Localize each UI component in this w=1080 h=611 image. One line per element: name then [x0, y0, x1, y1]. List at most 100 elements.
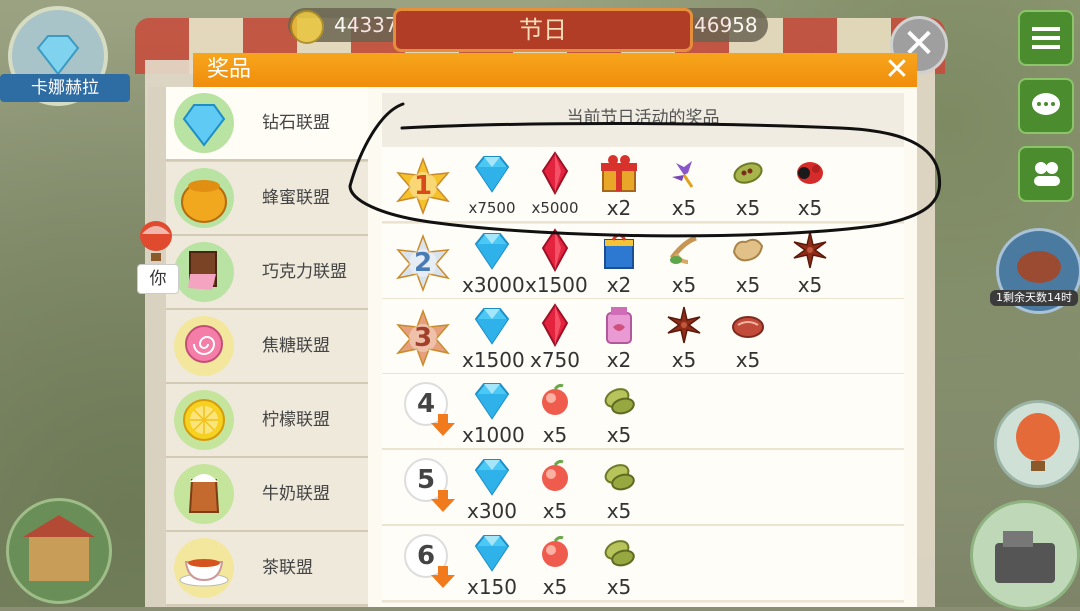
prize-item[interactable]: x5 — [654, 151, 714, 221]
prize-row: 2 x3000 x1500 x2 x5 x5 x5 — [382, 224, 904, 300]
cardamom-icon — [604, 388, 635, 415]
house-icon — [23, 515, 95, 581]
dialog-close-button[interactable]: ✕ — [881, 54, 913, 86]
list-icon — [1032, 27, 1060, 49]
red-ruby-icon — [541, 228, 569, 272]
coin-count: 46958 — [694, 13, 758, 37]
menu-button[interactable] — [1018, 10, 1074, 66]
milk-league-icon — [174, 464, 234, 524]
league-item[interactable]: 茶联盟 — [166, 532, 368, 606]
league-label: 焦糖联盟 — [262, 336, 330, 356]
cash-register-icon — [995, 531, 1055, 583]
league-item[interactable]: 牛奶联盟 — [166, 458, 368, 532]
friends-button[interactable] — [1018, 146, 1074, 202]
prize-row: 5 x300 x5 x5 — [382, 450, 904, 526]
prize-quantity: x5 — [542, 575, 568, 599]
prize-item[interactable]: x1500 — [462, 303, 525, 373]
league-item[interactable]: 巧克力联盟 — [166, 236, 368, 310]
red-ruby-icon — [541, 151, 569, 195]
league-item[interactable]: 柠檬联盟 — [166, 384, 368, 458]
prize-item[interactable]: x5 — [525, 454, 585, 524]
prize-quantity: x5 — [542, 423, 568, 447]
peach-icon — [542, 459, 568, 491]
blue-diamond-icon — [474, 156, 510, 193]
prize-quantity: x1500 — [462, 348, 525, 372]
blue-diamond-icon — [474, 233, 510, 270]
prize-quantity: x2 — [606, 196, 632, 220]
prize-item[interactable]: x300 — [462, 454, 522, 524]
league-emblem — [166, 160, 242, 236]
league-label: 茶联盟 — [262, 558, 313, 578]
prize-item[interactable]: x5000 — [525, 151, 585, 221]
rank-down-arrow-icon — [431, 414, 455, 436]
prize-quantity: x5 — [671, 196, 697, 220]
league-item[interactable]: 焦糖联盟 — [166, 310, 368, 384]
prize-item[interactable]: x2 — [589, 303, 649, 373]
prize-item[interactable]: x5 — [780, 151, 840, 221]
days-left-label: 1剩余天数14时 — [990, 290, 1078, 306]
league-emblem — [166, 382, 242, 458]
prize-item[interactable]: x5 — [718, 303, 778, 373]
rank-number: 1 — [413, 171, 433, 201]
cash-register-button[interactable] — [970, 500, 1080, 610]
coin-icon — [290, 10, 324, 44]
coin-counter-left: 44337 — [288, 8, 408, 44]
league-label: 巧克力联盟 — [262, 262, 347, 282]
blue-diamond-icon — [474, 535, 510, 572]
league-label: 柠檬联盟 — [262, 410, 330, 430]
dialog-header: 奖品 ✕ — [193, 53, 917, 87]
lemon-league-icon — [174, 390, 234, 450]
prize-item[interactable]: x5 — [718, 228, 778, 298]
prize-quantity: x5 — [606, 499, 632, 523]
hot-air-balloon-button[interactable] — [994, 400, 1080, 488]
league-item[interactable]: 蜂蜜联盟 — [166, 162, 368, 236]
friends-icon — [1034, 162, 1060, 186]
prize-item[interactable]: x5 — [718, 151, 778, 221]
chat-button[interactable] — [1018, 78, 1074, 134]
prize-item[interactable]: x3000 — [462, 228, 525, 298]
prize-item[interactable]: x1500 — [525, 228, 588, 298]
prize-item[interactable]: x7500 — [462, 151, 522, 221]
prize-item[interactable]: x5 — [654, 303, 714, 373]
dialog-title: 奖品 — [207, 57, 252, 82]
prize-item[interactable]: x5 — [780, 228, 840, 298]
prize-item[interactable]: x5 — [654, 228, 714, 298]
prize-quantity: x150 — [466, 575, 517, 599]
prize-item[interactable]: x1000 — [462, 378, 525, 448]
prize-heading: 当前节日活动的奖品 — [566, 108, 720, 128]
league-item[interactable]: 钻石联盟 — [166, 87, 368, 161]
cardamom-icon — [604, 464, 635, 491]
prize-item[interactable]: x5 — [589, 530, 649, 600]
league-emblem — [166, 85, 242, 161]
rank-number: 2 — [413, 248, 433, 278]
ginger-icon — [732, 238, 764, 262]
prize-item[interactable]: x5 — [589, 378, 649, 448]
prize-item[interactable]: x150 — [462, 530, 522, 600]
league-emblem — [166, 308, 242, 384]
prize-quantity: x750 — [529, 348, 580, 372]
prize-item[interactable]: x5 — [589, 454, 649, 524]
prize-row: 6 x150 x5 x5 — [382, 526, 904, 602]
cardamom-icon — [604, 540, 635, 567]
hot-air-balloon-marker — [136, 220, 176, 268]
festival-tab[interactable]: 节日 — [393, 8, 693, 52]
prize-item[interactable]: x5 — [525, 378, 585, 448]
prize-item[interactable]: x2 — [589, 228, 649, 298]
gift-box-icon — [601, 155, 637, 192]
prize-item[interactable]: x2 — [589, 151, 649, 221]
prize-item[interactable]: x750 — [525, 303, 585, 373]
prize-quantity: x5 — [542, 499, 568, 523]
herb-root-icon — [670, 235, 697, 264]
league-emblem — [166, 530, 242, 606]
shop-home-button[interactable] — [6, 498, 112, 604]
prize-item[interactable]: x5 — [525, 530, 585, 600]
honey-league-icon — [174, 168, 234, 228]
prize-row: 3 x1500 x750 x2 x5 x5 — [382, 299, 904, 375]
rank-badge: 3 — [394, 308, 452, 368]
prize-quantity: x5 — [671, 273, 697, 297]
prize-quantity: x5 — [735, 196, 761, 220]
rank-number: 3 — [413, 323, 433, 353]
blue-diamond-icon — [474, 308, 510, 345]
red-ruby-icon — [541, 303, 569, 347]
rank-down-arrow-icon — [431, 566, 455, 588]
